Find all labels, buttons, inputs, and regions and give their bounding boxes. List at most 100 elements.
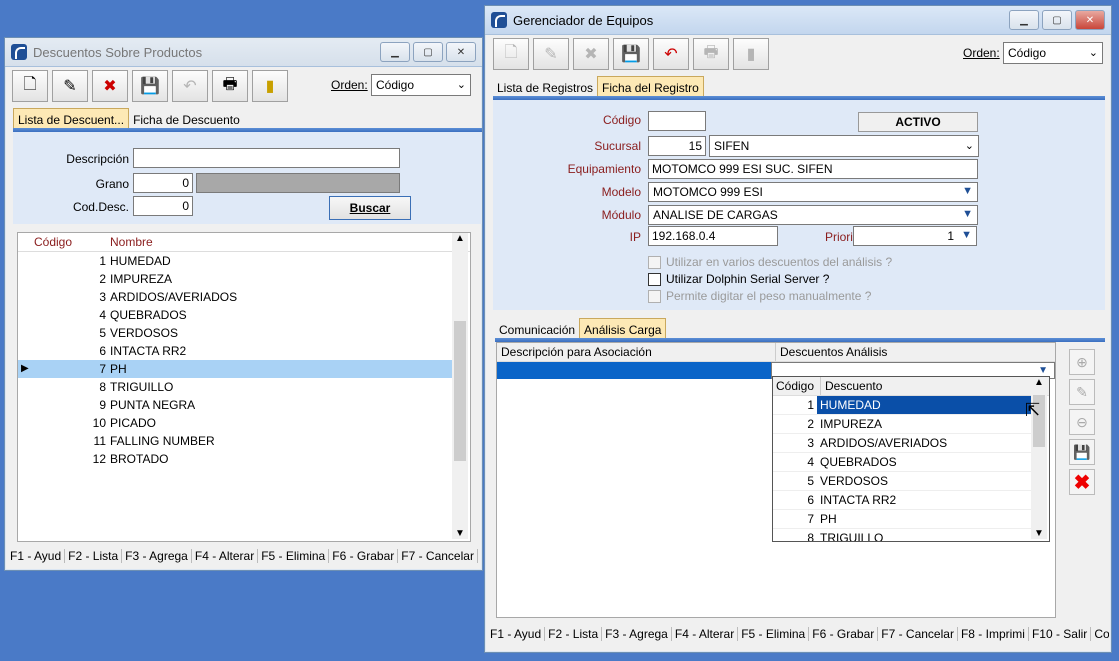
descripcion-input[interactable] <box>133 148 400 168</box>
status-key-5[interactable]: F6 - Grabar <box>329 549 399 563</box>
status-key-2[interactable]: F3 - Agrega <box>602 627 672 641</box>
dropdown-item[interactable]: 1 HUMEDAD <box>773 396 1031 415</box>
vertical-scrollbar[interactable]: ▲ ▼ <box>452 233 468 539</box>
minimize-button[interactable]: ▁ <box>1009 10 1039 30</box>
table-row[interactable]: 9 PUNTA NEGRA <box>18 396 452 414</box>
table-row[interactable]: 6 INTACTA RR2 <box>18 342 452 360</box>
status-key-9[interactable]: Conecta <box>1091 627 1109 641</box>
table-row[interactable]: ▶ 7 PH <box>18 360 452 378</box>
modelo-value: MOTOMCO 999 ESI <box>653 185 763 199</box>
status-key-3[interactable]: F4 - Alterar <box>192 549 259 563</box>
dropdown-item[interactable]: 2 IMPUREZA <box>773 415 1031 434</box>
dropdown-item[interactable]: 8 TRIGUILLO <box>773 529 1031 541</box>
dropdown-item[interactable]: 4 QUEBRADOS <box>773 453 1031 472</box>
exit-icon[interactable]: ▮ <box>733 38 769 70</box>
cancel-row-icon[interactable]: ✖ <box>1069 469 1095 495</box>
insert-row-icon[interactable]: ⊕ <box>1069 349 1095 375</box>
status-key-8[interactable]: F10 - Salir <box>1029 627 1092 641</box>
col-nombre-header[interactable]: Nombre <box>110 233 153 251</box>
status-key-6[interactable]: F7 - Cancelar <box>398 549 478 563</box>
orden-select[interactable]: Código ⌄ <box>371 74 471 96</box>
prioridad-select[interactable]: 1 ▼ <box>853 226 977 246</box>
status-key-6[interactable]: F7 - Cancelar <box>878 627 958 641</box>
print-icon[interactable]: 🖶 <box>693 38 729 70</box>
ip-input[interactable]: 192.168.0.4 <box>648 226 778 246</box>
descripcion-cell[interactable] <box>497 362 771 379</box>
descuentos-grid[interactable]: Código Nombre 1 HUMEDAD 2 IMPUREZA 3 ARDIDOS/… <box>17 232 471 542</box>
descuentos-titlebar[interactable]: Descuentos Sobre Productos ▁ ▢ ✕ <box>5 38 482 67</box>
undo-icon[interactable]: ↶ <box>653 38 689 70</box>
table-row[interactable]: 4 QUEBRADOS <box>18 306 452 324</box>
checkbox[interactable] <box>648 289 661 303</box>
col-codigo-header[interactable]: Código <box>18 233 110 251</box>
coddesc-input[interactable]: 0 <box>133 196 193 216</box>
table-row[interactable]: 5 VERDOSOS <box>18 324 452 342</box>
maximize-button[interactable]: ▢ <box>1042 10 1072 30</box>
close-button[interactable]: ✕ <box>1075 10 1105 30</box>
buscar-button[interactable]: Buscar <box>329 196 411 220</box>
status-key-7[interactable]: F8 : <box>478 549 479 563</box>
new-icon[interactable]: 🗋 <box>12 70 48 102</box>
status-key-1[interactable]: F2 - Lista <box>65 549 123 563</box>
equipamiento-input[interactable]: MOTOMCO 999 ESI SUC. SIFEN <box>648 159 978 179</box>
table-row[interactable]: 2 IMPUREZA <box>18 270 452 288</box>
delete-icon[interactable]: ✖ <box>92 70 128 102</box>
chk-varios-descuentos[interactable]: Utilizar en varios descuentos del anális… <box>648 255 892 269</box>
orden-select[interactable]: Código ⌄ <box>1003 42 1103 64</box>
checkbox[interactable] <box>648 255 661 269</box>
codigo-input[interactable] <box>648 111 706 131</box>
print-icon[interactable]: 🖶 <box>212 70 248 102</box>
table-row[interactable]: 3 ARDIDOS/AVERIADOS <box>18 288 452 306</box>
status-key-7[interactable]: F8 - Imprimi <box>958 627 1029 641</box>
sucursal-number-input[interactable]: 15 <box>648 136 706 156</box>
dropdown-item[interactable]: 3 ARDIDOS/AVERIADOS <box>773 434 1031 453</box>
grano-input[interactable]: 0 <box>133 173 193 193</box>
dropdown-item[interactable]: 6 INTACTA RR2 <box>773 491 1031 510</box>
descuento-dropdown-list[interactable]: Código Descuento 1 HUMEDAD 2 IMPUREZA 3 ARDID… <box>772 376 1050 542</box>
dropdown-item[interactable]: 7 PH <box>773 510 1031 529</box>
status-key-2[interactable]: F3 - Agrega <box>122 549 192 563</box>
maximize-button[interactable]: ▢ <box>413 42 443 62</box>
status-key-0[interactable]: F1 - Ayud <box>487 627 546 641</box>
col-descripcion-header[interactable]: Descripción para Asociación <box>497 343 776 361</box>
save-icon[interactable]: 💾 <box>132 70 168 102</box>
dropdown-item[interactable]: 5 VERDOSOS <box>773 472 1031 491</box>
save-icon[interactable]: 💾 <box>613 38 649 70</box>
table-row[interactable]: 11 FALLING NUMBER <box>18 432 452 450</box>
chk-dolphin-serial[interactable]: Utilizar Dolphin Serial Server ? <box>648 272 829 286</box>
status-key-4[interactable]: F5 - Elimina <box>738 627 810 641</box>
status-key-4[interactable]: F5 - Elimina <box>258 549 330 563</box>
undo-icon[interactable]: ↶ <box>172 70 208 102</box>
checkbox[interactable] <box>648 272 661 286</box>
modulo-select[interactable]: ANALISE DE CARGAS ▼ <box>648 205 978 225</box>
equipos-titlebar[interactable]: Gerenciador de Equipos ▁ ▢ ✕ <box>485 6 1111 35</box>
table-row[interactable]: 10 PICADO <box>18 414 452 432</box>
status-key-1[interactable]: F2 - Lista <box>545 627 603 641</box>
edit-icon[interactable]: ✎ <box>533 38 569 70</box>
edit-row-icon[interactable]: ✎ <box>1069 379 1095 405</box>
status-key-5[interactable]: F6 - Grabar <box>809 627 879 641</box>
scroll-down-arrow[interactable]: ▼ <box>452 528 468 539</box>
scroll-up-arrow[interactable]: ▲ <box>1031 377 1047 388</box>
col-descuentos-header[interactable]: Descuentos Análisis <box>776 343 887 361</box>
exit-icon[interactable]: ▮ <box>252 70 288 102</box>
table-row[interactable]: 8 TRIGUILLO <box>18 378 452 396</box>
table-row[interactable]: 1 HUMEDAD <box>18 252 452 270</box>
status-key-0[interactable]: F1 - Ayud <box>7 549 66 563</box>
edit-icon[interactable]: ✎ <box>52 70 88 102</box>
save-row-icon[interactable]: 💾 <box>1069 439 1095 465</box>
status-key-3[interactable]: F4 - Alterar <box>672 627 739 641</box>
table-row[interactable]: 12 BROTADO <box>18 450 452 468</box>
delete-icon[interactable]: ✖ <box>573 38 609 70</box>
new-icon[interactable]: 🗋 <box>493 38 529 70</box>
remove-row-icon[interactable]: ⊖ <box>1069 409 1095 435</box>
scroll-thumb[interactable] <box>454 321 466 461</box>
minimize-button[interactable]: ▁ <box>380 42 410 62</box>
modelo-select[interactable]: MOTOMCO 999 ESI ▼ <box>648 182 978 202</box>
orden-label: Orden: <box>331 78 368 92</box>
chk-peso-manual[interactable]: Permite digitar el peso manualmente ? <box>648 289 871 303</box>
close-button[interactable]: ✕ <box>446 42 476 62</box>
scroll-up-arrow[interactable]: ▲ <box>452 233 468 244</box>
scroll-down-arrow[interactable]: ▼ <box>1031 528 1047 539</box>
sucursal-select[interactable]: SIFEN ⌄ <box>709 135 979 157</box>
